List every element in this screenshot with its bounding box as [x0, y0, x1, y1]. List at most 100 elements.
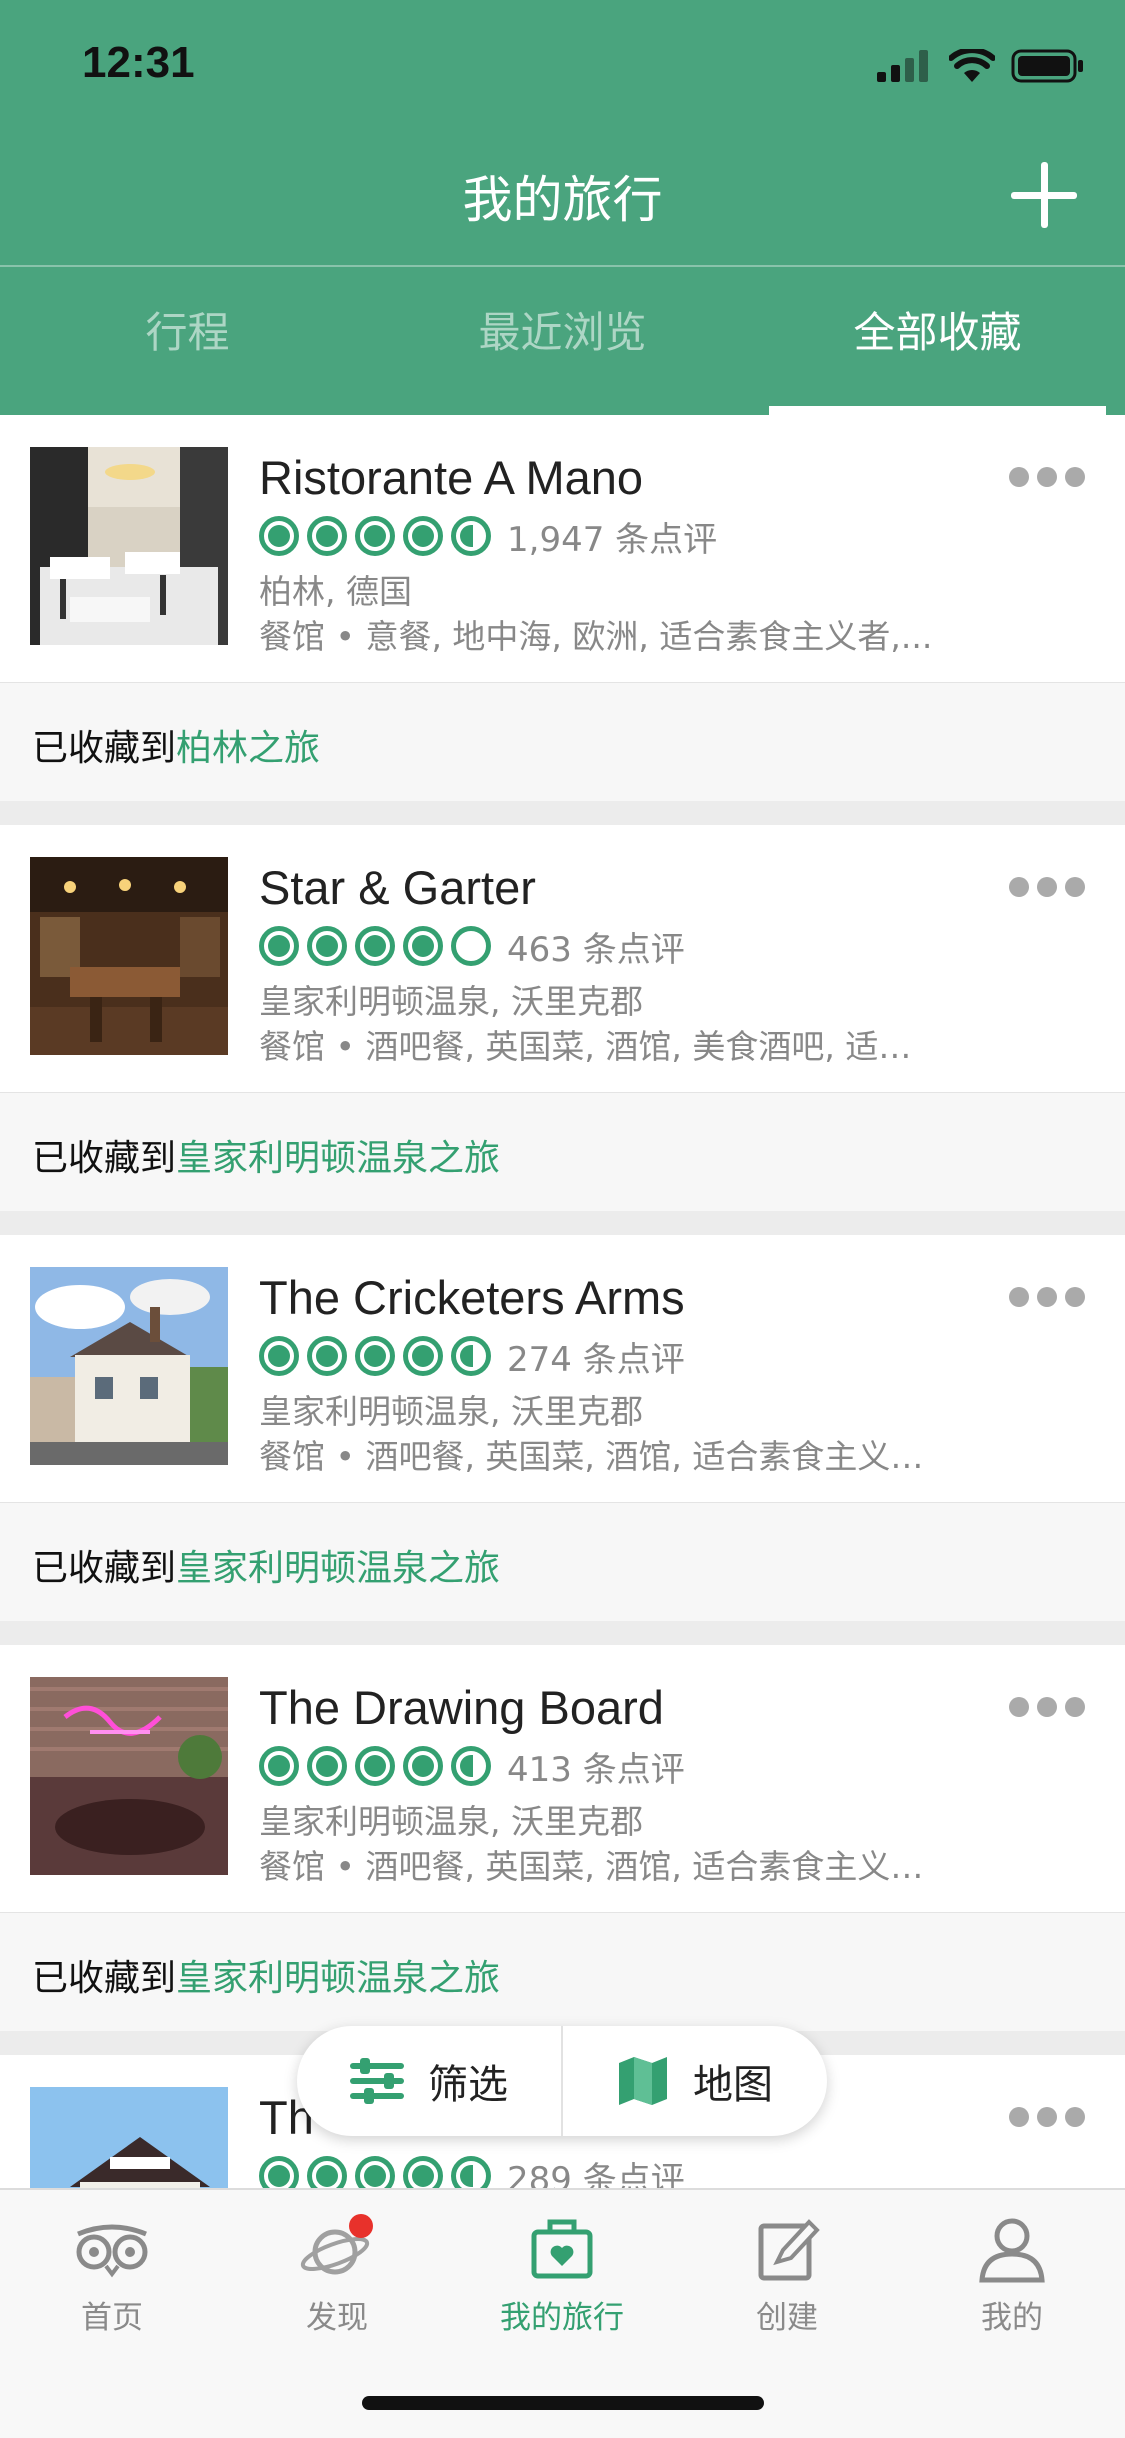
- rating-bubbles: 413 条点评: [259, 1742, 685, 1790]
- trip-link[interactable]: 皇家利明顿温泉之旅: [176, 1138, 500, 1179]
- trip-link[interactable]: 皇家利明顿温泉之旅: [176, 1548, 500, 1589]
- wifi-icon: [949, 49, 995, 82]
- list-separator: [0, 1211, 1125, 1235]
- rating-bubble-half-icon: [451, 1336, 491, 1376]
- more-options-button[interactable]: [1009, 877, 1085, 897]
- filter-label: 筛选: [428, 2062, 508, 2108]
- tab-all-saves[interactable]: 全部收藏: [750, 268, 1125, 415]
- rating-bubble-icon: [355, 516, 395, 556]
- app-header: 12:31 我的旅行 行程 最近浏览 全部收藏: [0, 0, 1125, 415]
- rating-bubbles: 274 条点评: [259, 1332, 685, 1380]
- review-count: 1,947 条点评: [507, 519, 718, 560]
- owl-home-icon: [76, 2224, 148, 2278]
- tab-my-trips-label: 我的旅行: [500, 2300, 624, 2336]
- item-name[interactable]: The Cricketers Arms: [259, 1270, 685, 1325]
- map-label: 地图: [693, 2062, 773, 2108]
- trip-link[interactable]: 柏林之旅: [176, 728, 320, 769]
- rating-bubble-icon: [355, 1746, 395, 1786]
- tab-recently-viewed[interactable]: 最近浏览: [375, 268, 750, 415]
- map-button[interactable]: 地图: [563, 2026, 827, 2136]
- home-indicator[interactable]: [362, 2396, 764, 2410]
- list-separator: [0, 1621, 1125, 1645]
- tab-trips[interactable]: 行程: [0, 268, 375, 415]
- rating-bubble-half-icon: [451, 516, 491, 556]
- edit-create-icon: [758, 2219, 820, 2281]
- status-time: 12:31: [82, 38, 195, 87]
- item-location: 柏林, 德国: [259, 572, 412, 611]
- saved-to-text: 已收藏到皇家利明顿温泉之旅: [32, 1138, 501, 1179]
- saved-to-row[interactable]: 已收藏到柏林之旅: [0, 682, 1125, 801]
- rating-bubble-icon: [355, 926, 395, 966]
- saved-to-text: 已收藏到柏林之旅: [32, 728, 321, 769]
- battery-icon: [1011, 49, 1083, 83]
- saved-to-row[interactable]: 已收藏到皇家利明顿温泉之旅: [0, 1502, 1125, 1621]
- rating-bubble-icon: [259, 926, 299, 966]
- saved-to-text: 已收藏到皇家利明顿温泉之旅: [32, 1548, 501, 1589]
- more-options-button[interactable]: [1009, 2107, 1085, 2127]
- item-categories: 餐馆 • 酒吧餐, 英国菜, 酒馆, 适合素食主义…: [259, 1437, 924, 1476]
- tab-discover-label: 发现: [306, 2300, 368, 2336]
- rating-bubble-icon: [403, 926, 443, 966]
- review-count: 274 条点评: [507, 1339, 685, 1380]
- item-name[interactable]: The Drawing Board: [259, 1680, 664, 1735]
- restaurant-photo: [30, 1677, 228, 1875]
- add-trip-button[interactable]: [1011, 162, 1077, 228]
- header-divider: [0, 265, 1125, 267]
- rating-bubble-icon: [355, 1336, 395, 1376]
- rating-bubbles: 1,947 条点评: [259, 512, 717, 560]
- page-title: 我的旅行: [462, 171, 663, 229]
- more-options-button[interactable]: [1009, 1287, 1085, 1307]
- filter-button[interactable]: 筛选: [297, 2026, 561, 2136]
- restaurant-photo: [30, 1267, 228, 1465]
- more-options-button[interactable]: [1009, 467, 1085, 487]
- item-categories: 餐馆 • 酒吧餐, 英国菜, 酒馆, 美食酒吧, 适合…: [259, 1027, 939, 1066]
- rating-bubble-icon: [403, 1336, 443, 1376]
- trip-link[interactable]: 皇家利明顿温泉之旅: [176, 1958, 500, 1999]
- saved-to-row[interactable]: 已收藏到皇家利明顿温泉之旅: [0, 1912, 1125, 2031]
- saved-item-card[interactable]: Ristorante A Mano 1,947 条点评 柏林, 德国 餐馆 • …: [0, 415, 1125, 682]
- cellular-signal-icon: [877, 50, 928, 82]
- tab-discover[interactable]: 发现: [262, 2214, 412, 2337]
- list-separator: [0, 801, 1125, 825]
- review-count: 463 条点评: [507, 929, 685, 970]
- filter-map-bar: 筛选 地图: [297, 2026, 827, 2136]
- tab-home[interactable]: 首页: [37, 2214, 187, 2337]
- rating-bubble-icon: [307, 1336, 347, 1376]
- tab-create[interactable]: 创建: [712, 2214, 862, 2337]
- item-name[interactable]: Ristorante A Mano: [259, 450, 643, 505]
- saved-to-text: 已收藏到皇家利明顿温泉之旅: [32, 1958, 501, 1999]
- review-count: 413 条点评: [507, 1749, 685, 1790]
- filter-sliders-icon: [350, 2058, 404, 2104]
- item-categories: 餐馆 • 意餐, 地中海, 欧洲, 适合素食主义者,...: [259, 617, 933, 656]
- item-categories: 餐馆 • 酒吧餐, 英国菜, 酒馆, 适合素食主义…: [259, 1847, 924, 1886]
- tab-home-label: 首页: [81, 2300, 143, 2336]
- rating-bubble-icon: [403, 516, 443, 556]
- saved-item-card[interactable]: The Drawing Board 413 条点评 皇家利明顿温泉, 沃里克郡 …: [0, 1645, 1125, 1912]
- rating-bubble-icon: [259, 1746, 299, 1786]
- rating-bubble-icon: [259, 516, 299, 556]
- more-options-button[interactable]: [1009, 1697, 1085, 1717]
- status-icons: [877, 46, 1085, 86]
- restaurant-photo: [30, 857, 228, 1055]
- segment-tabs: 行程 最近浏览 全部收藏: [0, 268, 1125, 415]
- rating-bubble-icon: [259, 1336, 299, 1376]
- rating-bubble-icon: [403, 1746, 443, 1786]
- tab-my-trips[interactable]: 我的旅行: [487, 2214, 637, 2337]
- saved-item-card[interactable]: The Cricketers Arms 274 条点评 皇家利明顿温泉, 沃里克…: [0, 1235, 1125, 1502]
- tab-profile[interactable]: 我的: [937, 2214, 1087, 2337]
- tab-create-label: 创建: [756, 2300, 818, 2336]
- rating-bubble-icon: [307, 926, 347, 966]
- person-profile-icon: [979, 2218, 1045, 2283]
- item-location: 皇家利明顿温泉, 沃里克郡: [259, 982, 643, 1021]
- restaurant-photo: [30, 447, 228, 645]
- planet-discover-icon: [300, 2214, 373, 2275]
- saved-item-card[interactable]: Star & Garter 463 条点评 皇家利明顿温泉, 沃里克郡 餐馆 •…: [0, 825, 1125, 1092]
- rating-bubbles: 463 条点评: [259, 922, 685, 970]
- tab-profile-label: 我的: [981, 2300, 1043, 2336]
- suitcase-heart-icon: [531, 2219, 593, 2279]
- item-name[interactable]: Star & Garter: [259, 860, 536, 915]
- item-location: 皇家利明顿温泉, 沃里克郡: [259, 1392, 643, 1431]
- map-icon: [619, 2057, 667, 2105]
- saved-to-row[interactable]: 已收藏到皇家利明顿温泉之旅: [0, 1092, 1125, 1211]
- rating-bubble-icon: [307, 516, 347, 556]
